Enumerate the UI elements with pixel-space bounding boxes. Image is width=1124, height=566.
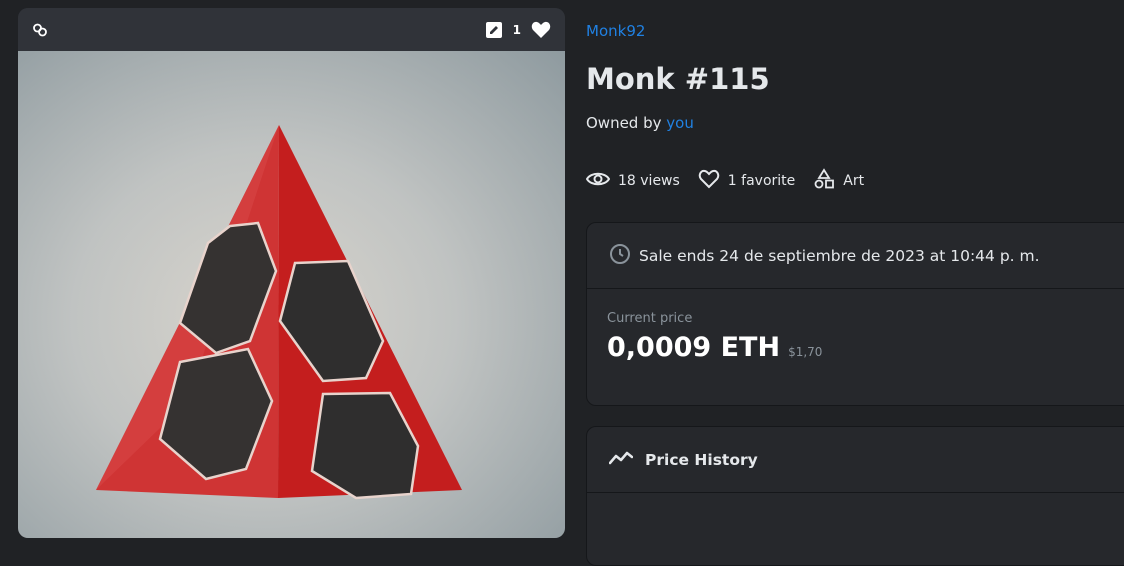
clock-icon <box>609 243 631 269</box>
trend-icon <box>608 450 634 470</box>
edit-icon[interactable] <box>485 21 503 39</box>
sale-end-text: Sale ends 24 de septiembre de 2023 at 10… <box>639 246 1040 265</box>
views-stat: 18 views <box>585 170 680 192</box>
current-price-label: Current price <box>607 311 693 326</box>
owner-line: Owned by you <box>586 114 694 132</box>
nft-artwork[interactable] <box>18 51 565 538</box>
favorite-count: 1 <box>512 22 521 37</box>
heart-outline-icon <box>698 169 720 193</box>
price-section: Current price 0,0009 ETH $1,70 <box>587 289 1124 385</box>
price-usd: $1,70 <box>788 345 823 359</box>
owned-by-label: Owned by <box>586 114 662 132</box>
item-stats: 18 views 1 favorite Art <box>585 168 864 194</box>
link-icon[interactable] <box>32 22 48 38</box>
card-header-actions: 1 <box>485 21 551 39</box>
price-history-title: Price History <box>645 450 758 469</box>
category-label: Art <box>843 173 865 189</box>
card-header: 1 <box>18 8 565 51</box>
heart-icon[interactable] <box>531 21 551 39</box>
owner-link[interactable]: you <box>666 114 694 132</box>
item-title: Monk #115 <box>586 62 770 96</box>
nft-image-card: 1 <box>18 8 565 538</box>
pyramid-artwork <box>96 125 462 500</box>
eye-icon <box>585 170 611 192</box>
price-history-header[interactable]: Price History <box>587 427 1124 493</box>
shapes-icon <box>813 168 835 194</box>
price-eth: 0,0009 ETH <box>607 332 781 363</box>
favorites-count: 1 favorite <box>727 173 796 189</box>
price-row: 0,0009 ETH $1,70 <box>607 332 1124 363</box>
favorites-stat[interactable]: 1 favorite <box>698 169 795 193</box>
price-history-panel: Price History <box>586 426 1124 566</box>
views-count: 18 views <box>618 173 680 189</box>
sale-end-header: Sale ends 24 de septiembre de 2023 at 10… <box>587 223 1124 289</box>
category-stat[interactable]: Art <box>813 168 864 194</box>
sale-panel: Sale ends 24 de septiembre de 2023 at 10… <box>586 222 1124 406</box>
collection-link[interactable]: Monk92 <box>586 22 645 40</box>
